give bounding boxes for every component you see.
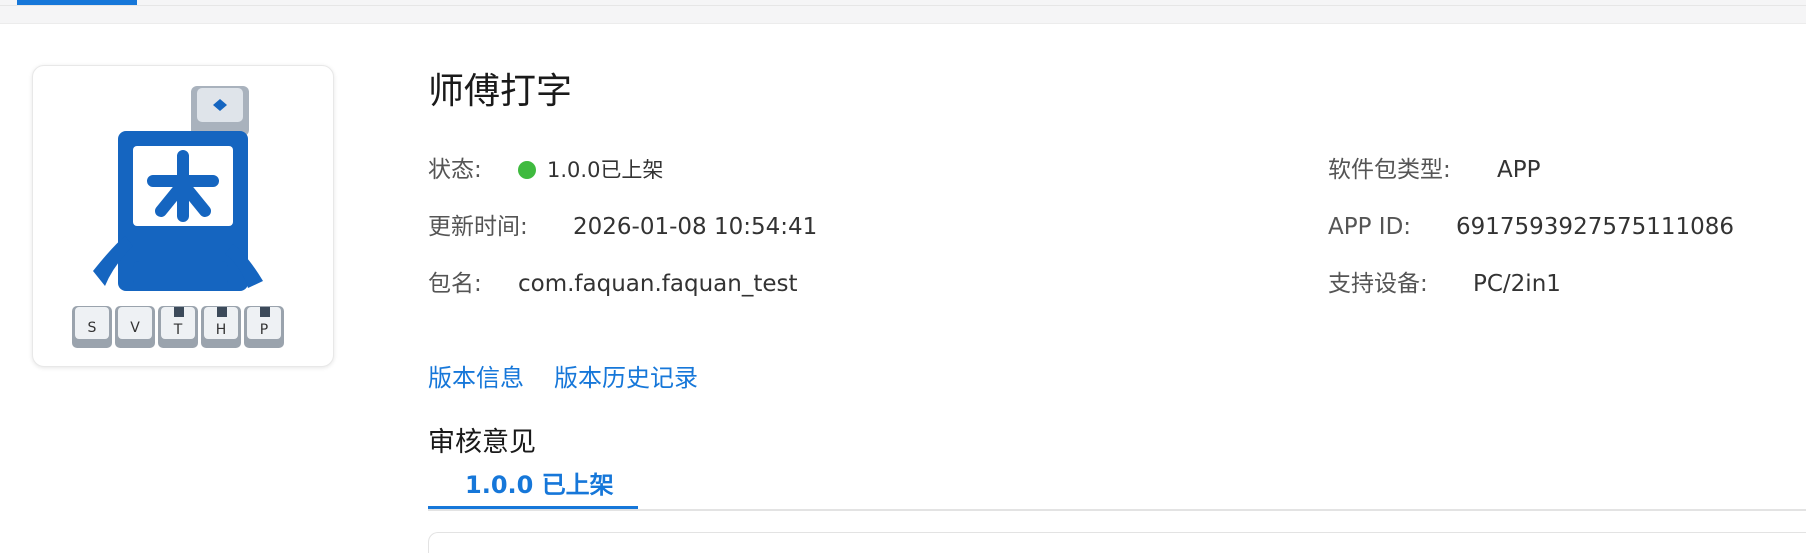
update-time-value: 2026-01-08 10:54:41	[573, 214, 818, 240]
shield-keyboard-app-icon: S V T H P	[72, 86, 284, 348]
icon-key-v: V	[130, 320, 140, 336]
icon-key-t: T	[173, 322, 183, 338]
supported-devices-label: 支持设备:	[1328, 271, 1428, 297]
review-section-title: 审核意见	[428, 427, 536, 458]
status-dot-icon	[518, 161, 536, 179]
package-type-value: APP	[1497, 157, 1541, 183]
package-name-label: 包名:	[428, 271, 482, 297]
app-title: 师傅打字	[428, 71, 573, 112]
review-content-panel	[428, 532, 1806, 553]
icon-key-p: P	[260, 322, 268, 338]
icon-key-h: H	[216, 322, 227, 338]
app-id-value: 6917593927575111086	[1456, 214, 1735, 240]
status-value: 1.0.0已上架	[547, 158, 664, 182]
update-time-label: 更新时间:	[428, 214, 528, 240]
app-icon-card: S V T H P	[32, 65, 334, 367]
top-active-tab-indicator[interactable]	[17, 0, 137, 5]
top-strip-divider	[0, 5, 1806, 6]
package-type-label: 软件包类型:	[1328, 157, 1451, 183]
version-history-link[interactable]: 版本历史记录	[554, 362, 698, 394]
tab-version-label: 1.0.0 已上架	[465, 471, 614, 499]
tab-version-1-0-0[interactable]: 1.0.0 已上架	[428, 468, 638, 510]
status-label: 状态:	[428, 157, 482, 183]
icon-key-s: S	[88, 320, 97, 336]
icon-base-stroke	[133, 261, 228, 286]
version-info-link[interactable]: 版本信息	[428, 362, 524, 394]
package-name-value: com.faquan.faquan_test	[518, 271, 798, 297]
top-tab-strip	[0, 0, 1806, 24]
tab-divider	[428, 509, 1806, 511]
supported-devices-value: PC/2in1	[1473, 271, 1561, 297]
app-id-label: APP ID:	[1328, 214, 1412, 240]
